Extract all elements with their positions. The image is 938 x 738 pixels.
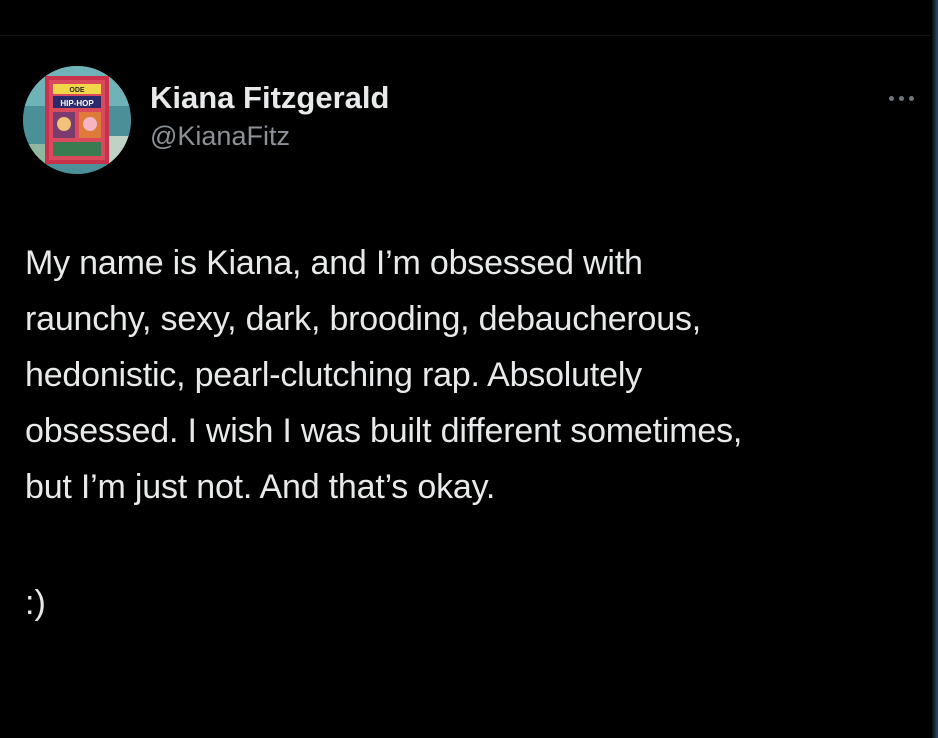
tweet-text-line: hedonistic, pearl-clutching rap. Absolut… [25,356,642,394]
tweet[interactable]: ODE HIP-HOP Kiana Fitzgerald @KianaFitz [0,0,930,738]
album-cover-avatar-icon: ODE HIP-HOP [23,66,131,174]
tweet-text-line: but I’m just not. And that’s okay. [25,468,496,506]
tweet-screenshot: ODE HIP-HOP Kiana Fitzgerald @KianaFitz [0,0,938,738]
author-display-name[interactable]: Kiana Fitzgerald [150,80,389,116]
right-edge-strip [932,0,938,738]
tweet-text: My name is Kiana, and I’m obsessed with … [25,235,930,515]
avatar-text-title: HIP-HOP [60,99,94,108]
tweet-text-line: My name is Kiana, and I’m obsessed with [25,244,643,282]
more-horizontal-icon [888,95,914,101]
tweet-text-line: obsessed. I wish I was built different s… [25,412,743,450]
tweet-author: Kiana Fitzgerald @KianaFitz [150,80,389,152]
author-avatar[interactable]: ODE HIP-HOP [23,66,131,174]
avatar-text-top: ODE [69,87,85,94]
author-handle[interactable]: @KianaFitz [150,120,389,152]
tweet-text-line: raunchy, sexy, dark, brooding, debaucher… [25,300,702,338]
more-options-button[interactable] [876,86,926,110]
tweet-emoticon: :) [25,584,46,622]
